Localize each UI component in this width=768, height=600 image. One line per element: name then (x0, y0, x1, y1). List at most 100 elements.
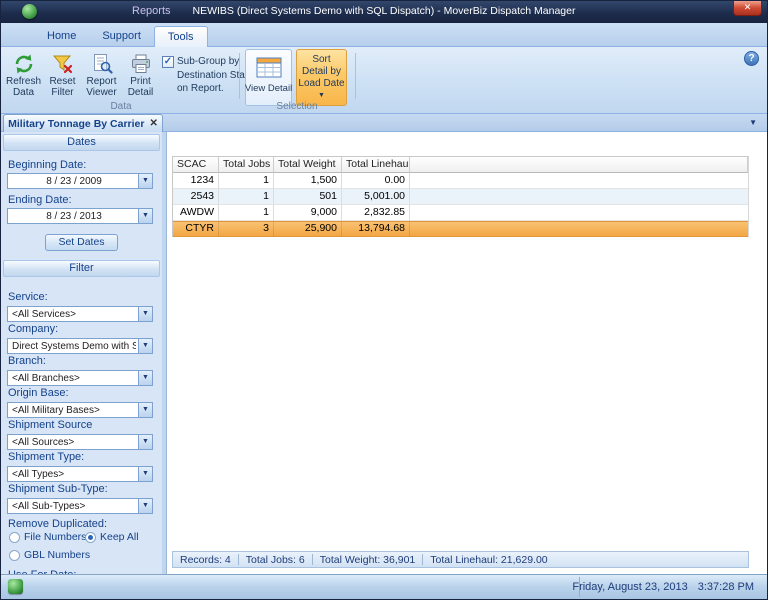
column-header-scac[interactable]: SCAC (173, 157, 219, 173)
cell-total-jobs: 3 (219, 221, 274, 237)
tab-home[interactable]: Home (34, 26, 89, 47)
view-detail-button[interactable]: View Detail (245, 49, 292, 106)
button-label: View Detail (245, 83, 292, 94)
app-icon (22, 4, 37, 19)
cell-scac: CTYR (173, 221, 219, 237)
close-button[interactable]: ✕ (733, 1, 762, 16)
branch-dropdown[interactable]: <All Branches> ▼ (7, 370, 153, 386)
radio-file-numbers[interactable]: File Numbers (9, 531, 86, 543)
summary-total-linehaul: Total Linehaul: 21,629.00 (423, 554, 554, 566)
tab-list-dropdown-icon[interactable]: ▼ (749, 118, 757, 127)
origin-base-dropdown[interactable]: <All Military Bases> ▼ (7, 402, 153, 418)
dropdown-arrow-icon[interactable]: ▼ (138, 499, 152, 513)
beginning-date-value: 8 / 23 / 2009 (12, 175, 136, 188)
document-tab-military-tonnage[interactable]: Military Tonnage By Carrier ✕ (3, 114, 163, 132)
column-header-total-linehaul[interactable]: Total Linehaul (342, 157, 410, 173)
filter-sidebar: Dates Beginning Date: 8 / 23 / 2009 ▼ En… (1, 132, 162, 576)
filter-section-header[interactable]: Filter (3, 260, 160, 277)
dropdown-arrow-icon[interactable]: ▼ (138, 339, 152, 353)
grid-row-selected[interactable]: CTYR 3 25,900 13,794.68 (173, 221, 748, 237)
beginning-date-picker[interactable]: 8 / 23 / 2009 ▼ (7, 173, 153, 189)
radio-label: GBL Numbers (24, 549, 90, 561)
column-header-filler (410, 157, 748, 173)
company-dropdown[interactable]: Direct Systems Demo with SQ ▼ (7, 338, 153, 354)
group-label-selection: Selection (241, 101, 353, 112)
dates-section-header[interactable]: Dates (3, 134, 160, 151)
main-body: Dates Beginning Date: 8 / 23 / 2009 ▼ En… (1, 132, 767, 576)
tab-tools[interactable]: Tools (154, 26, 208, 47)
sidebar-splitter[interactable] (162, 132, 167, 576)
checkbox-label: Sub-Group by (177, 55, 239, 69)
status-bar: Friday, August 23, 2013 3:37:28 PM (1, 574, 767, 599)
cell-scac: 2543 (173, 189, 219, 205)
print-detail-button[interactable]: Print Detail (122, 49, 159, 105)
tab-close-icon[interactable]: ✕ (149, 118, 157, 129)
dropdown-arrow-icon[interactable]: ▼ (138, 403, 152, 417)
dropdown-arrow-icon[interactable]: ▼ (138, 467, 152, 481)
shipment-type-dropdown[interactable]: <All Types> ▼ (7, 466, 153, 482)
context-tab-group-label: Reports (132, 5, 171, 17)
shipment-source-label: Shipment Source (8, 419, 92, 431)
radio-keep-all[interactable]: Keep All (85, 531, 139, 543)
button-label: Filter (51, 87, 73, 98)
grid-header-row: SCAC Total Jobs Total Weight Total Lineh… (173, 157, 748, 173)
subgroup-checkbox[interactable]: ✓ (162, 56, 174, 68)
branch-label: Branch: (8, 355, 46, 367)
cell-filler (410, 173, 748, 189)
dropdown-arrow-icon[interactable]: ▼ (138, 209, 152, 223)
column-header-total-weight[interactable]: Total Weight (274, 157, 342, 173)
service-dropdown[interactable]: <All Services> ▼ (7, 306, 153, 322)
cell-total-weight: 25,900 (274, 221, 342, 237)
subgroup-by-destination-option: ✓ Sub-Group by Destination State on Repo… (162, 55, 240, 96)
refresh-icon (13, 52, 35, 76)
dropdown-arrow-icon[interactable]: ▼ (138, 174, 152, 188)
report-magnifier-icon (91, 52, 113, 76)
button-label: Viewer (86, 87, 116, 98)
status-app-icon (8, 579, 23, 594)
title-bar: Reports NEWIBS (Direct Systems Demo with… (1, 1, 767, 23)
close-icon: ✕ (744, 2, 752, 12)
shipment-source-dropdown[interactable]: <All Sources> ▼ (7, 434, 153, 450)
group-label-data: Data (3, 101, 239, 112)
grid-row[interactable]: 2543 1 501 5,001.00 (173, 189, 748, 205)
shipment-source-value: <All Sources> (12, 436, 136, 449)
radio-label: Keep All (100, 531, 139, 543)
shipment-sub-type-dropdown[interactable]: <All Sub-Types> ▼ (7, 498, 153, 514)
cell-total-jobs: 1 (219, 205, 274, 221)
dropdown-arrow-icon[interactable]: ▼ (138, 371, 152, 385)
ribbon: Refresh Data Reset Filter (1, 47, 767, 114)
summary-total-jobs: Total Jobs: 6 (239, 554, 312, 566)
window-title: NEWIBS (Direct Systems Demo with SQL Dis… (171, 5, 597, 17)
table-grid-icon (256, 55, 282, 79)
checkbox-label: on Report. (162, 82, 240, 96)
dropdown-arrow-icon[interactable]: ▼ (138, 307, 152, 321)
help-button[interactable]: ? (744, 51, 759, 66)
status-date: Friday, August 23, 2013 (572, 581, 687, 593)
report-viewer-button[interactable]: Report Viewer (83, 49, 120, 105)
grid-row[interactable]: 1234 1 1,500 0.00 (173, 173, 748, 189)
grid-row[interactable]: AWDW 1 9,000 2,832.85 (173, 205, 748, 221)
column-header-total-jobs[interactable]: Total Jobs (219, 157, 274, 173)
ending-date-picker[interactable]: 8 / 23 / 2013 ▼ (7, 208, 153, 224)
button-label: Sort (312, 54, 330, 66)
refresh-data-button[interactable]: Refresh Data (5, 49, 42, 105)
button-label: Data (13, 87, 34, 98)
cell-scac: 1234 (173, 173, 219, 189)
help-icon: ? (748, 53, 754, 64)
origin-base-label: Origin Base: (8, 387, 69, 399)
radio-gbl-numbers[interactable]: GBL Numbers (9, 549, 90, 561)
set-dates-button[interactable]: Set Dates (45, 234, 118, 251)
results-grid: SCAC Total Jobs Total Weight Total Lineh… (172, 156, 749, 237)
sort-detail-by-load-date-button[interactable]: Sort Detail by Load Date ▼ (296, 49, 347, 106)
cell-total-weight: 1,500 (274, 173, 342, 189)
shipment-type-label: Shipment Type: (8, 451, 84, 463)
dropdown-arrow-icon[interactable]: ▼ (138, 435, 152, 449)
origin-base-value: <All Military Bases> (12, 404, 136, 417)
shipment-sub-type-value: <All Sub-Types> (12, 500, 136, 513)
reset-filter-button[interactable]: Reset Filter (44, 49, 81, 105)
tab-support[interactable]: Support (89, 26, 154, 47)
cell-scac: AWDW (173, 205, 219, 221)
cell-total-linehaul: 5,001.00 (342, 189, 410, 205)
cell-total-weight: 501 (274, 189, 342, 205)
summary-records: Records: 4 (173, 554, 238, 566)
